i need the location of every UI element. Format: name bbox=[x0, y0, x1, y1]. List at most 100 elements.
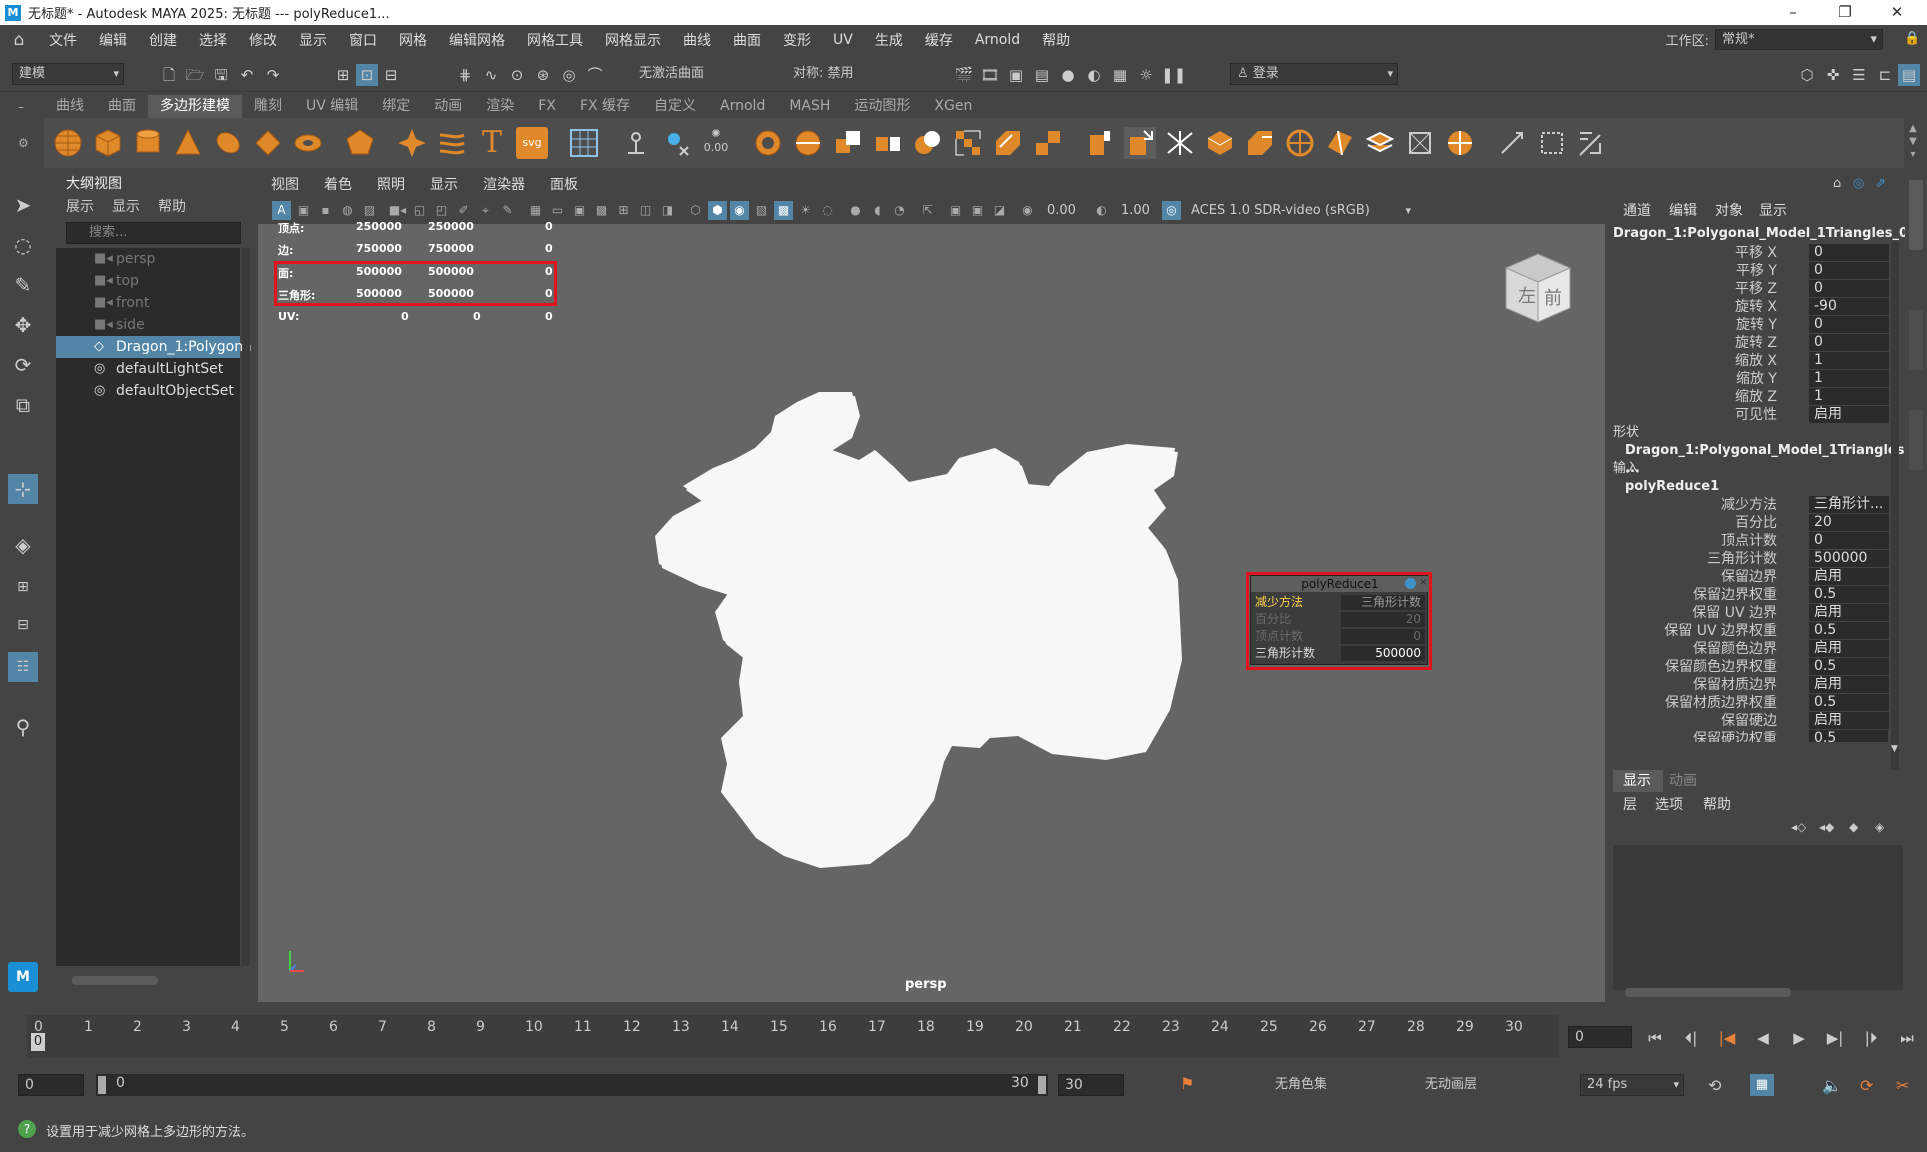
side-tab-channel-box[interactable] bbox=[1909, 180, 1923, 250]
grid-toggle-icon[interactable]: ▦ bbox=[526, 201, 545, 220]
channel-menu-show[interactable]: 显示 bbox=[1759, 200, 1787, 220]
menu-windows[interactable]: 窗口 bbox=[338, 30, 388, 50]
range-slider[interactable]: 0 30 bbox=[96, 1074, 1048, 1096]
current-frame-field[interactable]: 0 bbox=[1568, 1026, 1632, 1048]
paint-select-tool-icon[interactable]: ✎ bbox=[8, 270, 38, 300]
channel-value[interactable]: 20 bbox=[1809, 514, 1889, 531]
input-attr-keep-material-border[interactable]: 保留材质边界 启用 bbox=[1613, 676, 1889, 694]
layer-menu-options[interactable]: 选项 bbox=[1655, 794, 1683, 814]
redo-icon[interactable]: ↷ bbox=[262, 64, 284, 86]
menu-mesh-display[interactable]: 网格显示 bbox=[594, 30, 672, 50]
fill-hole-icon[interactable] bbox=[1032, 127, 1064, 159]
outliner-menu-show[interactable]: 展示 bbox=[66, 196, 94, 216]
menu-create[interactable]: 创建 bbox=[138, 30, 188, 50]
poly-disc-icon[interactable] bbox=[292, 127, 324, 159]
channel-translate-z[interactable]: 平移 Z 0 bbox=[1613, 280, 1889, 298]
play-backward-icon[interactable]: ◀ bbox=[1752, 1027, 1774, 1049]
select-tool-icon[interactable]: ➤ bbox=[8, 190, 38, 220]
channel-value[interactable]: 0.5 bbox=[1809, 658, 1889, 675]
combine-icon[interactable] bbox=[620, 127, 652, 159]
safe-title-icon[interactable]: ◨ bbox=[658, 201, 677, 220]
ipr-render-icon[interactable]: ▣ bbox=[1005, 64, 1027, 86]
boolean-union-icon[interactable] bbox=[752, 127, 784, 159]
menu-uv[interactable]: UV bbox=[822, 32, 864, 48]
arnold-light-icon[interactable]: ☼ bbox=[1135, 64, 1157, 86]
move-layer-down-icon[interactable]: ◂◆ bbox=[1819, 820, 1837, 836]
viewport-menu-renderer[interactable]: 渲染器 bbox=[470, 174, 537, 194]
poly-plane-icon[interactable] bbox=[252, 127, 284, 159]
shelf-tab-surfaces[interactable]: 曲面 bbox=[96, 95, 148, 118]
viewport-menu-panels[interactable]: 面板 bbox=[537, 174, 590, 194]
channel-box-scrollbar[interactable] bbox=[1891, 242, 1899, 854]
time-slider[interactable]: 0 1 2 3 4 5 6 7 8 9 10 11 12 13 14 15 16… bbox=[27, 1015, 1559, 1058]
outliner-item-persp[interactable]: ■◂ persp bbox=[56, 248, 240, 270]
extract-icon[interactable] bbox=[832, 127, 864, 159]
shelf-tab-sculpting[interactable]: 雕刻 bbox=[242, 95, 294, 118]
menu-set-dropdown[interactable]: 建模 ▾ bbox=[12, 63, 124, 85]
channel-rotate-z[interactable]: 旋转 Z 0 bbox=[1613, 334, 1889, 352]
reduce-icon[interactable] bbox=[1124, 127, 1156, 159]
snap-live-icon[interactable]: ⌒ bbox=[584, 64, 606, 86]
field-chart-icon[interactable]: ⊞ bbox=[614, 201, 633, 220]
rotate-tool-icon[interactable]: ⟳ bbox=[8, 350, 38, 380]
snap-view-icon[interactable]: ⊛ bbox=[532, 64, 554, 86]
help-icon[interactable]: ? bbox=[18, 1120, 36, 1138]
mirror-icon[interactable] bbox=[792, 127, 824, 159]
pause-render-icon[interactable]: ❚❚ bbox=[1161, 64, 1186, 86]
poly-sphere-icon[interactable] bbox=[52, 127, 84, 159]
input-node-name[interactable]: polyReduce1 bbox=[1613, 478, 1888, 496]
poly-cone-icon[interactable] bbox=[172, 127, 204, 159]
viewport-menu-shading[interactable]: 着色 bbox=[311, 174, 364, 194]
dragon-model[interactable] bbox=[650, 390, 1200, 880]
poly-torus-icon[interactable] bbox=[212, 127, 244, 159]
menu-curves[interactable]: 曲线 bbox=[672, 30, 722, 50]
playback-preferences-icon[interactable]: ✂ bbox=[1896, 1076, 1918, 1096]
default-lighting-icon[interactable]: ▩ bbox=[774, 201, 793, 220]
render-sequence-icon[interactable]: 🎞 bbox=[979, 64, 1001, 86]
outliner-menu-help[interactable]: 帮助 bbox=[158, 196, 186, 216]
two-d-pan-icon[interactable]: ◰ bbox=[432, 201, 451, 220]
channel-value[interactable]: 启用 bbox=[1809, 604, 1889, 621]
login-dropdown[interactable]: ♙ 登录 ▾ bbox=[1230, 63, 1398, 85]
uv-layout-icon[interactable] bbox=[1576, 127, 1608, 159]
menu-surfaces[interactable]: 曲面 bbox=[722, 30, 772, 50]
channel-menu-channels[interactable]: 通道 bbox=[1623, 200, 1651, 220]
object-name[interactable]: Dragon_1:Polygonal_Model_1Triangles_0 bbox=[1613, 225, 1908, 243]
channel-value[interactable]: 启用 bbox=[1809, 640, 1889, 657]
flip-icon[interactable] bbox=[1364, 127, 1396, 159]
insert-edge-loop-icon[interactable] bbox=[1244, 127, 1276, 159]
menu-arnold[interactable]: Arnold bbox=[964, 32, 1031, 48]
svg-icon[interactable]: svg bbox=[516, 127, 548, 159]
safe-action-icon[interactable]: ◫ bbox=[636, 201, 655, 220]
shelf-tab-xgen[interactable]: XGen bbox=[922, 95, 984, 118]
smooth-icon[interactable]: ✺ 0.00 bbox=[700, 127, 732, 159]
input-attr-triangle-count[interactable]: 三角形计数 500000 bbox=[1613, 550, 1889, 568]
channel-value[interactable]: 0 bbox=[1809, 262, 1889, 279]
modeling-toolkit-icon[interactable]: ⬡ bbox=[1796, 64, 1818, 86]
viewport-menu-lighting[interactable]: 照明 bbox=[364, 174, 417, 194]
last-tool-icon[interactable]: ⊹ bbox=[8, 474, 38, 504]
viewcube-face-left[interactable]: 左 bbox=[1518, 286, 1536, 307]
channel-value[interactable]: 0.5 bbox=[1809, 730, 1888, 742]
type-grid-icon[interactable] bbox=[568, 127, 600, 159]
animation-start-field[interactable]: 0 bbox=[18, 1074, 84, 1096]
view-transform-icon[interactable]: ◪ bbox=[990, 201, 1009, 220]
single-view-icon[interactable]: ◈ bbox=[8, 530, 38, 560]
auto-key-icon[interactable]: ⚑ bbox=[1180, 1074, 1198, 1096]
dolly-icon[interactable]: ◱ bbox=[410, 201, 429, 220]
camera-attributes-icon[interactable]: ▣ bbox=[294, 201, 313, 220]
extrude-icon[interactable] bbox=[952, 127, 984, 159]
menu-cache[interactable]: 缓存 bbox=[914, 30, 964, 50]
step-forward-frame-icon[interactable]: |⏵ bbox=[1860, 1027, 1882, 1049]
channel-rotate-x[interactable]: 旋转 X -90 bbox=[1613, 298, 1889, 316]
wireframe-icon[interactable]: ⬡ bbox=[686, 201, 705, 220]
xray-joints-icon[interactable]: ◖ bbox=[868, 201, 887, 220]
menu-edit[interactable]: 编辑 bbox=[88, 30, 138, 50]
gate-mask-icon[interactable]: ▩ bbox=[592, 201, 611, 220]
workspace-dropdown[interactable]: 常规* bbox=[1715, 29, 1883, 50]
expand-icon[interactable]: ⇗ bbox=[1875, 176, 1891, 192]
range-start-handle[interactable] bbox=[98, 1076, 106, 1094]
xray-icon[interactable]: ● bbox=[846, 201, 865, 220]
sweep-mesh-icon[interactable] bbox=[436, 127, 468, 159]
outliner-item-default-light-set[interactable]: ◎ defaultLightSet bbox=[56, 358, 240, 380]
